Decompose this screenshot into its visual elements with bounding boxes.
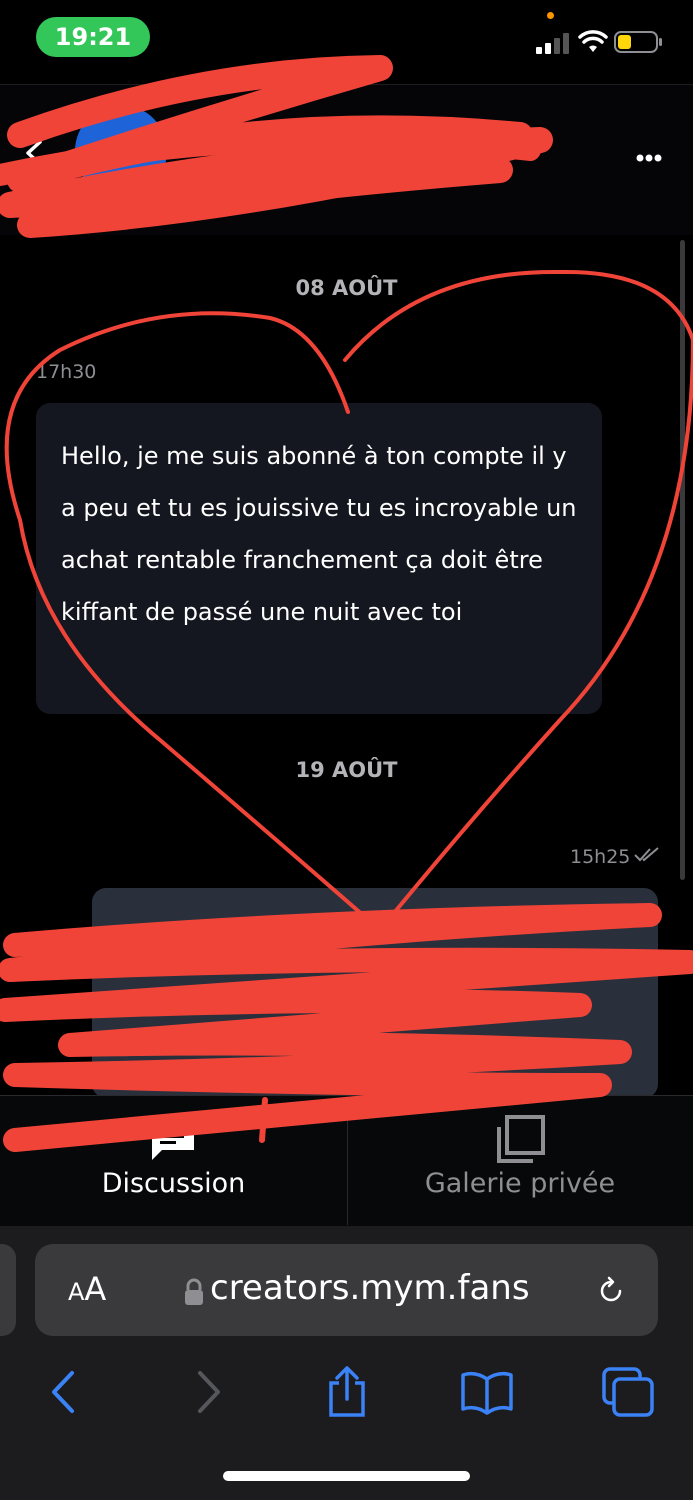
gallery-icon[interactable]	[495, 1115, 547, 1165]
date-separator: 19 AOÛT	[295, 758, 398, 782]
reload-icon[interactable]	[596, 1276, 626, 1306]
previous-tab-peek[interactable]	[0, 1244, 16, 1336]
chat-icon[interactable]	[150, 1120, 196, 1162]
share-icon[interactable]	[317, 1365, 377, 1419]
tabs-icon[interactable]	[598, 1365, 658, 1419]
more-icon[interactable]	[628, 146, 668, 170]
back-arrow-icon[interactable]	[20, 138, 50, 168]
cellular-signal-icon	[536, 30, 572, 54]
date-separator: 08 AOÛT	[295, 276, 398, 300]
message-time: 17h30	[36, 361, 97, 383]
double-check-icon	[634, 847, 659, 862]
bookmarks-icon[interactable]	[457, 1365, 517, 1419]
status-time: 19:21	[36, 17, 150, 57]
message-time: 15h25	[570, 846, 631, 868]
avatar[interactable]	[75, 105, 167, 197]
reader-options-button[interactable]: AA	[68, 1270, 106, 1308]
lock-icon	[185, 1278, 203, 1305]
tab-discussion[interactable]: Discussion	[0, 1168, 347, 1199]
url-text[interactable]: creators.mym.fans	[210, 1268, 530, 1308]
wifi-icon	[578, 30, 608, 52]
home-indicator	[223, 1471, 470, 1481]
forward-icon[interactable]	[178, 1365, 238, 1419]
outgoing-message-bubble[interactable]	[92, 888, 658, 1098]
incoming-message-text: Hello, je me suis abonné à ton compte il…	[61, 442, 577, 626]
tab-gallery[interactable]: Galerie privée	[347, 1168, 693, 1199]
back-icon[interactable]	[34, 1365, 94, 1419]
battery-icon	[614, 31, 662, 53]
privacy-indicator-dot	[547, 12, 554, 19]
scrollbar[interactable]	[680, 240, 685, 880]
